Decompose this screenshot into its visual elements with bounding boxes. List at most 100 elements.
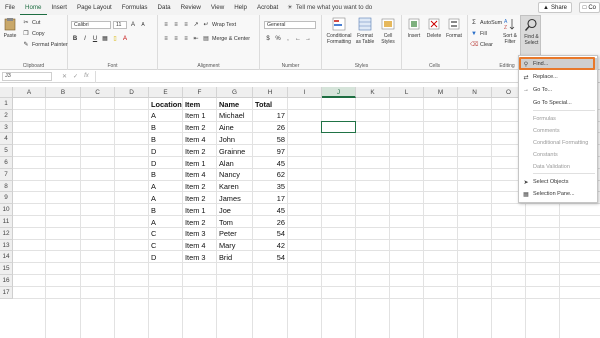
table-cell[interactable]: 26	[255, 123, 285, 132]
table-cell[interactable]: 62	[255, 170, 285, 179]
insert-cells-button[interactable]: Insert	[405, 17, 423, 39]
table-cell[interactable]: Joe	[219, 206, 250, 215]
table-cell[interactable]: Nancy	[219, 170, 250, 179]
table-cell[interactable]: B	[151, 206, 180, 215]
table-cell[interactable]: Aine	[219, 123, 250, 132]
table-cell[interactable]: Tom	[219, 218, 250, 227]
row-header-15[interactable]: 15	[0, 263, 13, 275]
bold-icon[interactable]: B	[71, 35, 79, 43]
row-header-1[interactable]: 1	[0, 98, 13, 110]
row-header-4[interactable]: 4	[0, 133, 13, 146]
row-header-13[interactable]: 13	[0, 239, 13, 252]
comments-button[interactable]: □ Co	[578, 2, 600, 13]
column-header-m[interactable]: M	[424, 87, 458, 98]
table-cell[interactable]: Alan	[219, 159, 250, 168]
cell-styles-button[interactable]: Cell Styles	[378, 17, 398, 45]
column-header-g[interactable]: G	[217, 87, 253, 98]
table-cell[interactable]: 35	[255, 182, 285, 191]
table-cell[interactable]: B	[151, 135, 180, 144]
align-bottom-icon[interactable]: ≡	[182, 21, 190, 29]
font-name-select[interactable]: Calibri	[71, 21, 111, 29]
menu-item-go-to-special[interactable]: Go To Special...	[519, 97, 597, 109]
table-cell[interactable]: Item 2	[185, 147, 214, 156]
table-cell[interactable]: Karen	[219, 182, 250, 191]
align-left-icon[interactable]: ≡	[162, 35, 170, 43]
worksheet-grid[interactable]: ABCDEFGHIJKLMNOP123456789101112131415161…	[0, 87, 600, 338]
table-cell[interactable]: C	[151, 229, 180, 238]
table-cell[interactable]: A	[151, 194, 180, 203]
menu-item-select-objects[interactable]: ➤ Select Objects	[519, 176, 597, 188]
enter-icon[interactable]: ✓	[73, 73, 78, 80]
table-cell[interactable]: 26	[255, 218, 285, 227]
menu-help[interactable]: Help	[229, 0, 252, 15]
column-header-h[interactable]: H	[253, 87, 288, 98]
table-cell[interactable]: 97	[255, 147, 285, 156]
menu-item-replace[interactable]: ⇄ Replace...	[519, 71, 597, 83]
borders-icon[interactable]: ▦	[101, 35, 109, 43]
select-all-corner[interactable]	[0, 87, 13, 98]
menu-insert[interactable]: Insert	[47, 0, 72, 15]
row-header-6[interactable]: 6	[0, 157, 13, 169]
column-header-n[interactable]: N	[458, 87, 492, 98]
table-cell[interactable]: Item 2	[185, 218, 214, 227]
table-cell[interactable]: Brid	[219, 253, 250, 262]
table-cell[interactable]: Michael	[219, 111, 250, 120]
increase-decimal-icon[interactable]: ←	[294, 35, 302, 43]
header-cell[interactable]: Item	[185, 100, 214, 109]
table-cell[interactable]: Item 1	[185, 111, 214, 120]
table-cell[interactable]: Item 4	[185, 241, 214, 250]
menu-data[interactable]: Data	[153, 0, 176, 15]
table-cell[interactable]: John	[219, 135, 250, 144]
column-header-c[interactable]: C	[81, 87, 115, 98]
header-cell[interactable]: Total	[255, 100, 285, 109]
table-cell[interactable]: 17	[255, 194, 285, 203]
decrease-indent-icon[interactable]: ⇤	[192, 35, 200, 43]
align-top-icon[interactable]: ≡	[162, 21, 170, 29]
clear-button[interactable]: ⌫ Clear	[470, 41, 493, 49]
active-cell[interactable]	[321, 120, 356, 134]
fill-color-icon[interactable]: ▯	[111, 35, 119, 43]
row-header-7[interactable]: 7	[0, 168, 13, 181]
copy-button[interactable]: ❐ Copy	[22, 30, 44, 38]
font-size-select[interactable]: 11	[113, 21, 127, 29]
name-box[interactable]: J3	[2, 72, 52, 81]
table-cell[interactable]: Item 1	[185, 206, 214, 215]
column-header-a[interactable]: A	[13, 87, 46, 98]
table-cell[interactable]: Mary	[219, 241, 250, 250]
underline-icon[interactable]: U	[91, 35, 99, 43]
table-cell[interactable]: Item 3	[185, 253, 214, 262]
table-cell[interactable]: D	[151, 159, 180, 168]
fill-button[interactable]: ▼ Fill	[470, 30, 487, 38]
column-header-i[interactable]: I	[288, 87, 322, 98]
header-cell[interactable]: Name	[219, 100, 250, 109]
row-header-9[interactable]: 9	[0, 192, 13, 205]
row-header-10[interactable]: 10	[0, 204, 13, 216]
row-header-2[interactable]: 2	[0, 109, 13, 122]
row-header-11[interactable]: 11	[0, 216, 13, 228]
row-header-5[interactable]: 5	[0, 145, 13, 157]
table-cell[interactable]: D	[151, 147, 180, 156]
table-cell[interactable]: 58	[255, 135, 285, 144]
column-header-k[interactable]: K	[356, 87, 390, 98]
menu-item-go-to[interactable]: → Go To...	[519, 84, 597, 96]
italic-icon[interactable]: I	[81, 35, 89, 43]
table-cell[interactable]: Item 1	[185, 159, 214, 168]
table-cell[interactable]: B	[151, 170, 180, 179]
row-header-3[interactable]: 3	[0, 121, 13, 134]
align-center-icon[interactable]: ≡	[172, 35, 180, 43]
currency-icon[interactable]: $	[264, 35, 272, 43]
find-select-button[interactable]: Find & Select	[520, 15, 541, 57]
table-cell[interactable]: Peter	[219, 229, 250, 238]
menu-file[interactable]: File	[0, 0, 20, 15]
wrap-text-button[interactable]: Wrap Text	[212, 22, 236, 28]
menu-acrobat[interactable]: Acrobat	[252, 0, 283, 15]
row-header-17[interactable]: 17	[0, 286, 13, 299]
menu-view[interactable]: View	[206, 0, 229, 15]
menu-item-comments[interactable]: Comments	[519, 125, 597, 137]
row-header-16[interactable]: 16	[0, 275, 13, 287]
table-cell[interactable]: A	[151, 218, 180, 227]
row-header-12[interactable]: 12	[0, 227, 13, 240]
table-cell[interactable]: 17	[255, 111, 285, 120]
table-cell[interactable]: James	[219, 194, 250, 203]
menu-page-layout[interactable]: Page Layout	[72, 0, 117, 15]
